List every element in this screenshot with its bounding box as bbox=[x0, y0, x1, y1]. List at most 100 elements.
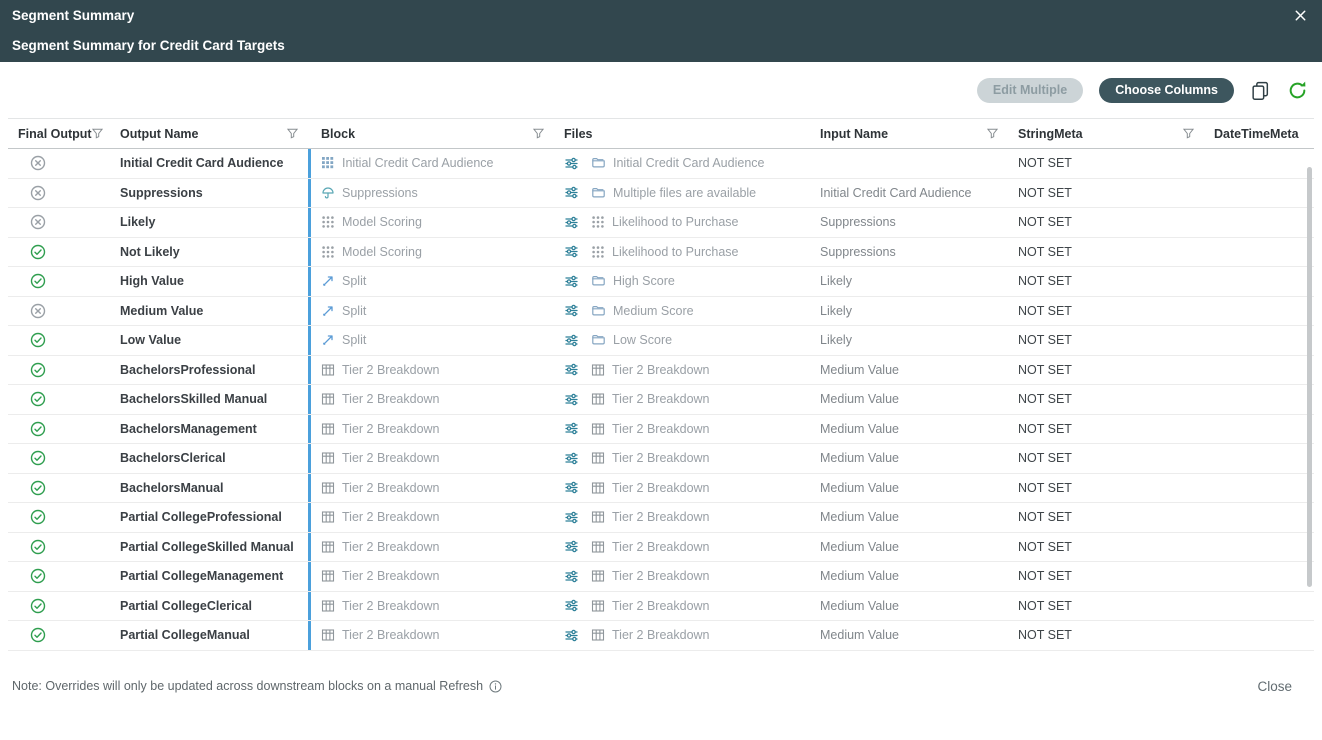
flow-icon[interactable] bbox=[564, 244, 579, 259]
flow-icon[interactable] bbox=[564, 274, 579, 289]
filter-icon[interactable] bbox=[1183, 128, 1194, 139]
flow-icon[interactable] bbox=[564, 185, 579, 200]
flow-icon[interactable] bbox=[564, 510, 579, 525]
filter-icon[interactable] bbox=[287, 128, 298, 139]
table-row[interactable]: Not LikelyModel ScoringLikelihood to Pur… bbox=[8, 238, 1314, 268]
table-row[interactable]: Partial CollegeProfessionalTier 2 Breakd… bbox=[8, 503, 1314, 533]
file-icon bbox=[591, 156, 606, 170]
stringmeta-cell: NOT SET bbox=[1008, 208, 1204, 237]
final-output-cell bbox=[8, 356, 110, 385]
column-header-files[interactable]: Files bbox=[554, 119, 810, 148]
files-name: Tier 2 Breakdown bbox=[612, 422, 710, 436]
final-output-cell bbox=[8, 297, 110, 326]
file-icon bbox=[591, 274, 606, 288]
datetimemeta-cell bbox=[1204, 533, 1314, 562]
flow-icon[interactable] bbox=[564, 303, 579, 318]
final-output-cell bbox=[8, 503, 110, 532]
flow-icon[interactable] bbox=[564, 215, 579, 230]
column-header-stringmeta[interactable]: StringMeta bbox=[1008, 119, 1204, 148]
flow-icon[interactable] bbox=[564, 156, 579, 171]
output-name-cell: Partial CollegeManagement bbox=[110, 562, 308, 591]
column-header-input-name[interactable]: Input Name bbox=[810, 119, 1008, 148]
block-name: Tier 2 Breakdown bbox=[342, 363, 440, 377]
filter-icon[interactable] bbox=[92, 128, 103, 139]
info-icon[interactable] bbox=[489, 680, 502, 693]
copy-icon[interactable] bbox=[1250, 80, 1271, 101]
table-row[interactable]: Low ValueSplitLow ScoreLikelyNOT SET bbox=[8, 326, 1314, 356]
column-header-block[interactable]: Block bbox=[308, 119, 554, 148]
block-cell: Tier 2 Breakdown bbox=[308, 503, 554, 532]
datetimemeta-cell bbox=[1204, 326, 1314, 355]
file-icon bbox=[591, 186, 606, 200]
edit-multiple-button[interactable]: Edit Multiple bbox=[977, 78, 1083, 103]
table-row[interactable]: Initial Credit Card Audience Initial Cred… bbox=[8, 149, 1314, 179]
output-name-cell: BachelorsClerical bbox=[110, 444, 308, 473]
choose-columns-button[interactable]: Choose Columns bbox=[1099, 78, 1234, 103]
final-output-cell bbox=[8, 326, 110, 355]
files-cell: Tier 2 Breakdown bbox=[554, 621, 810, 650]
final-output-cell bbox=[8, 592, 110, 621]
block-cell: Tier 2 Breakdown bbox=[308, 415, 554, 444]
files-name: Likelihood to Purchase bbox=[612, 215, 738, 229]
files-name: Multiple files are available bbox=[613, 186, 756, 200]
output-name-cell: Initial Credit Card Audience bbox=[110, 149, 308, 178]
flow-icon[interactable] bbox=[564, 598, 579, 613]
table-row[interactable]: LikelyModel ScoringLikelihood to Purchas… bbox=[8, 208, 1314, 238]
flow-icon[interactable] bbox=[564, 480, 579, 495]
column-header-datetimemeta[interactable]: DateTimeMeta bbox=[1204, 119, 1314, 148]
table-row[interactable]: Medium ValueSplitMedium ScoreLikelyNOT S… bbox=[8, 297, 1314, 327]
table-row[interactable]: Partial CollegeManualTier 2 BreakdownTie… bbox=[8, 621, 1314, 651]
datetimemeta-cell bbox=[1204, 503, 1314, 532]
output-name-cell: Medium Value bbox=[110, 297, 308, 326]
table-row[interactable]: BachelorsClericalTier 2 BreakdownTier 2 … bbox=[8, 444, 1314, 474]
column-label: Block bbox=[321, 127, 355, 141]
vertical-scrollbar[interactable] bbox=[1307, 167, 1312, 587]
flow-icon[interactable] bbox=[564, 362, 579, 377]
table-row[interactable]: BachelorsManagementTier 2 BreakdownTier … bbox=[8, 415, 1314, 445]
datetimemeta-cell bbox=[1204, 208, 1314, 237]
stringmeta-cell: NOT SET bbox=[1008, 415, 1204, 444]
block-name: Model Scoring bbox=[342, 245, 422, 259]
table-row[interactable]: SuppressionsSuppressionsMultiple files a… bbox=[8, 179, 1314, 209]
block-cell: Model Scoring bbox=[308, 208, 554, 237]
close-button[interactable]: Close bbox=[1257, 679, 1292, 694]
table-icon bbox=[321, 599, 335, 613]
output-name-cell: Low Value bbox=[110, 326, 308, 355]
files-cell: Medium Score bbox=[554, 297, 810, 326]
column-header-output-name[interactable]: Output Name bbox=[110, 119, 308, 148]
refresh-icon[interactable] bbox=[1287, 80, 1308, 101]
table-row[interactable]: Partial CollegeClericalTier 2 BreakdownT… bbox=[8, 592, 1314, 622]
table-row[interactable]: High ValueSplitHigh ScoreLikelyNOT SET bbox=[8, 267, 1314, 297]
flow-icon[interactable] bbox=[564, 451, 579, 466]
datetimemeta-cell bbox=[1204, 267, 1314, 296]
block-cell: Suppressions bbox=[308, 179, 554, 208]
block-cell: Split bbox=[308, 326, 554, 355]
table-row[interactable]: Partial CollegeSkilled ManualTier 2 Brea… bbox=[8, 533, 1314, 563]
check-circle-icon bbox=[30, 362, 46, 378]
table-row[interactable]: BachelorsProfessionalTier 2 BreakdownTie… bbox=[8, 356, 1314, 386]
flow-icon[interactable] bbox=[564, 392, 579, 407]
table-row[interactable]: Partial CollegeManagementTier 2 Breakdow… bbox=[8, 562, 1314, 592]
filter-icon[interactable] bbox=[987, 128, 998, 139]
flow-icon[interactable] bbox=[564, 333, 579, 348]
check-circle-icon bbox=[30, 627, 46, 643]
input-name-cell: Medium Value bbox=[810, 503, 1008, 532]
column-header-final-output[interactable]: Final Output bbox=[8, 119, 110, 148]
flow-icon[interactable] bbox=[564, 628, 579, 643]
block-name: Split bbox=[342, 304, 366, 318]
flow-icon[interactable] bbox=[564, 421, 579, 436]
close-icon[interactable] bbox=[1291, 6, 1310, 25]
files-name: Tier 2 Breakdown bbox=[612, 451, 710, 465]
table-row[interactable]: BachelorsManualTier 2 BreakdownTier 2 Br… bbox=[8, 474, 1314, 504]
files-name: Initial Credit Card Audience bbox=[613, 156, 764, 170]
table-icon bbox=[591, 540, 605, 554]
table-row[interactable]: BachelorsSkilled ManualTier 2 BreakdownT… bbox=[8, 385, 1314, 415]
flow-icon[interactable] bbox=[564, 539, 579, 554]
input-name-cell: Medium Value bbox=[810, 533, 1008, 562]
stringmeta-cell: NOT SET bbox=[1008, 179, 1204, 208]
input-name-cell bbox=[810, 149, 1008, 178]
flow-icon[interactable] bbox=[564, 569, 579, 584]
filter-icon[interactable] bbox=[533, 128, 544, 139]
stringmeta-cell: NOT SET bbox=[1008, 326, 1204, 355]
table-body: Initial Credit Card Audience Initial Cred… bbox=[8, 149, 1314, 651]
